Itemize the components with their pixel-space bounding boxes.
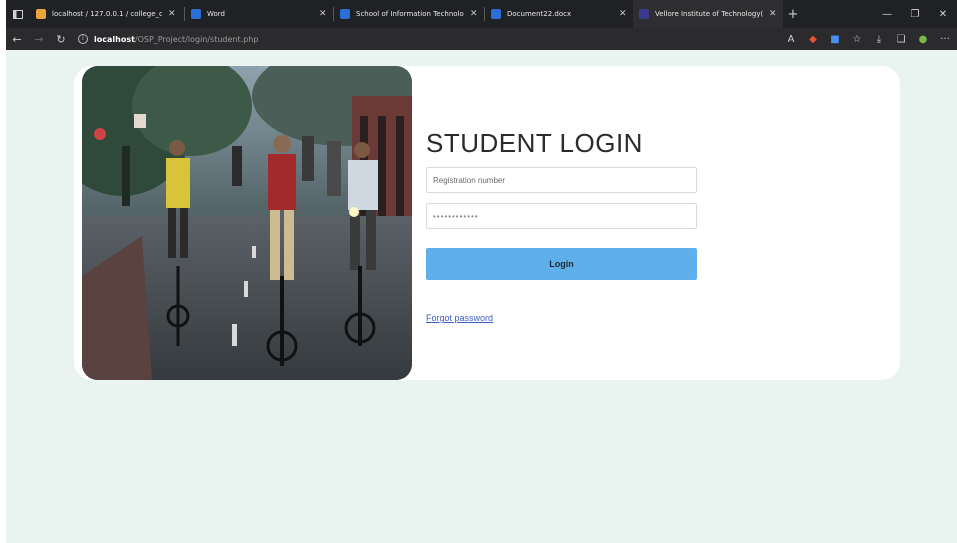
tab-title: localhost / 127.0.0.1 / college_d <box>52 10 162 18</box>
back-arrow-icon[interactable]: ← <box>6 33 28 46</box>
word-favicon <box>491 9 501 19</box>
tab-title: Document22.docx <box>507 10 572 18</box>
address-bar: ← → ↻ i localhost/OSP_Project/login/stud… <box>6 28 957 50</box>
browser-window: localhost / 127.0.0.1 / college_d ✕ Word… <box>6 0 957 543</box>
tab-school-info-tech[interactable]: School of Information Technolog ✕ <box>334 0 484 28</box>
collections-icon[interactable]: ❏ <box>893 34 909 45</box>
page-title: STUDENT LOGIN <box>426 128 643 158</box>
window-controls: — ❐ ✕ <box>873 0 957 28</box>
tab-document22[interactable]: Document22.docx ✕ <box>485 0 633 28</box>
tab-phpmyadmin[interactable]: localhost / 127.0.0.1 / college_d ✕ <box>30 0 184 28</box>
tab-word[interactable]: Word ✕ <box>185 0 333 28</box>
registration-number-input[interactable] <box>426 167 697 193</box>
close-tab-icon[interactable]: ✕ <box>168 9 176 19</box>
close-tab-icon[interactable]: ✕ <box>619 9 627 19</box>
login-button[interactable]: Login <box>426 248 697 280</box>
extension-chat-icon[interactable]: ■ <box>827 34 843 45</box>
extension-shield-icon[interactable]: ◆ <box>805 34 821 45</box>
more-options-icon[interactable]: ··· <box>937 34 953 45</box>
close-window-icon[interactable]: ✕ <box>929 9 957 20</box>
url-field[interactable]: i localhost/OSP_Project/login/student.ph… <box>78 34 258 44</box>
read-aloud-icon[interactable]: A <box>783 34 799 45</box>
password-input[interactable] <box>426 203 697 229</box>
cyclists-photo <box>82 66 412 380</box>
toolbar-icons: A ◆ ■ ☆ ⤓ ❏ ● ··· <box>783 28 953 50</box>
phpmyadmin-favicon <box>36 9 46 19</box>
info-icon[interactable]: i <box>78 34 88 44</box>
close-tab-icon[interactable]: ✕ <box>470 9 478 19</box>
favorites-star-icon[interactable]: ☆ <box>849 34 865 45</box>
vit-favicon <box>639 9 649 19</box>
close-tab-icon[interactable]: ✕ <box>319 9 327 19</box>
minimize-icon[interactable]: — <box>873 9 901 20</box>
tab-title: Word <box>207 10 225 18</box>
tab-actions-icon[interactable] <box>6 0 30 28</box>
url-path: /OSP_Project/login/student.php <box>134 34 259 44</box>
forward-arrow-icon[interactable]: → <box>28 33 50 46</box>
word-favicon <box>191 9 201 19</box>
forgot-password-link[interactable]: Forgot password <box>426 313 493 323</box>
tab-vit-active[interactable]: Vellore Institute of Technology(V ✕ <box>633 0 783 28</box>
tab-title: School of Information Technolog <box>356 10 464 18</box>
page-viewport: STUDENT LOGIN Login Forgot password <box>6 50 957 543</box>
close-tab-icon[interactable]: ✕ <box>769 9 777 19</box>
download-icon[interactable]: ⤓ <box>871 34 887 45</box>
refresh-icon[interactable]: ↻ <box>50 33 72 46</box>
tab-strip: localhost / 127.0.0.1 / college_d ✕ Word… <box>6 0 957 28</box>
login-card: STUDENT LOGIN Login Forgot password <box>74 66 900 380</box>
word-favicon <box>340 9 350 19</box>
tab-title: Vellore Institute of Technology(V <box>655 10 763 18</box>
url-host: localhost <box>94 34 135 44</box>
profile-avatar-icon[interactable]: ● <box>915 34 931 45</box>
maximize-icon[interactable]: ❐ <box>901 9 929 20</box>
new-tab-icon[interactable]: + <box>783 7 803 22</box>
